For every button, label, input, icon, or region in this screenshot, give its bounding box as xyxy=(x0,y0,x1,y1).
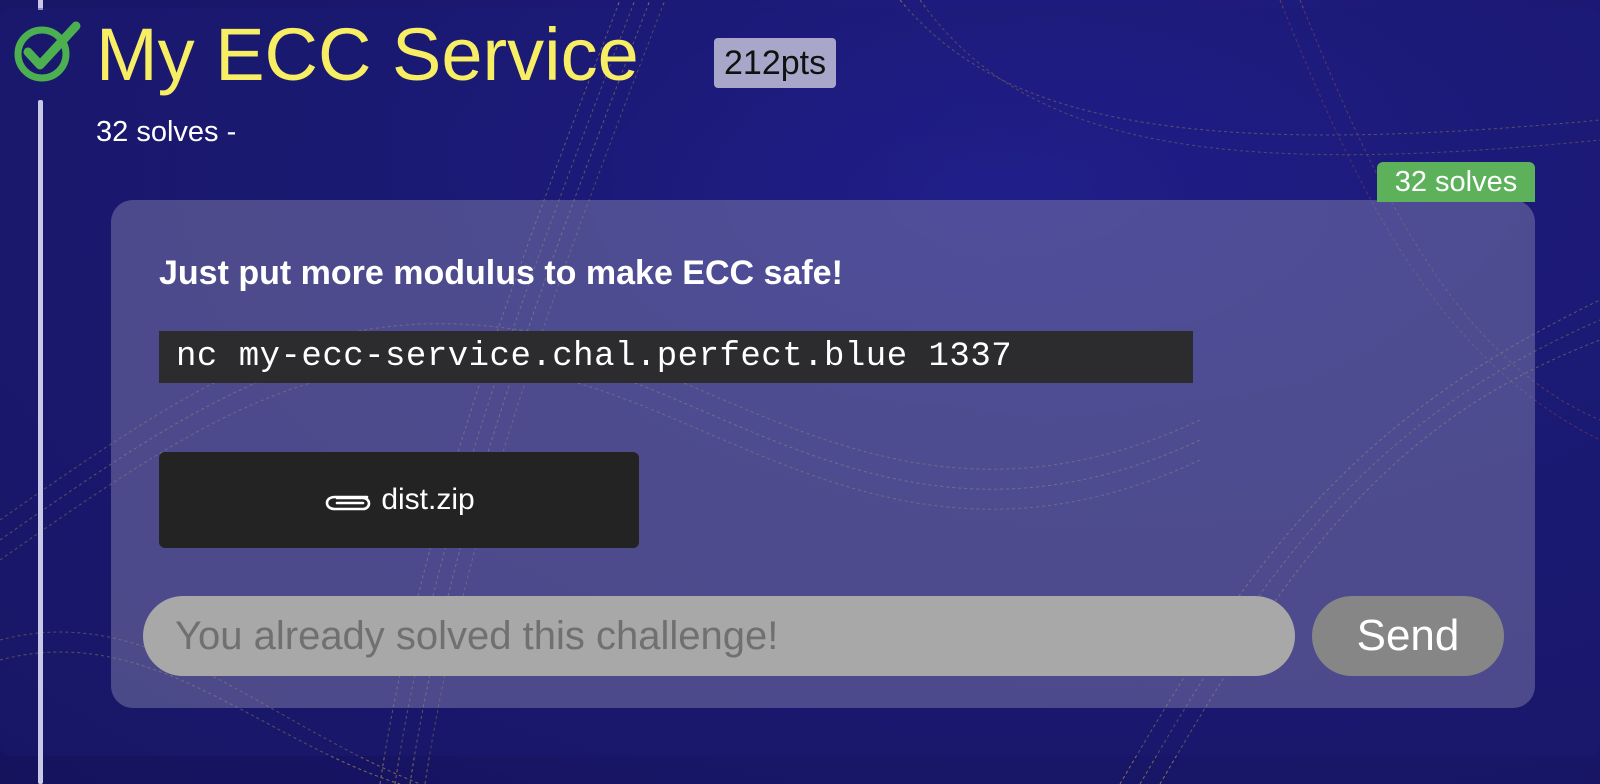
connection-command: nc my-ecc-service.chal.perfect.blue 1337 xyxy=(159,331,1193,383)
challenge-page: My ECC Service 212pts 32 solves - 32 sol… xyxy=(0,0,1600,784)
download-dist-button[interactable]: dist.zip xyxy=(159,452,639,548)
send-button[interactable]: Send xyxy=(1312,596,1504,676)
paperclip-icon xyxy=(326,495,371,511)
challenge-title: My ECC Service xyxy=(96,13,639,96)
timeline-line xyxy=(38,100,43,784)
points-badge: 212pts xyxy=(714,38,837,88)
flag-input[interactable] xyxy=(143,596,1295,676)
challenge-description: Just put more modulus to make ECC safe! xyxy=(159,254,843,292)
download-label: dist.zip xyxy=(381,483,475,516)
solves-badge: 32 solves xyxy=(1377,162,1535,202)
solves-subtitle: 32 solves - xyxy=(96,116,237,148)
solved-check-icon xyxy=(14,21,81,82)
